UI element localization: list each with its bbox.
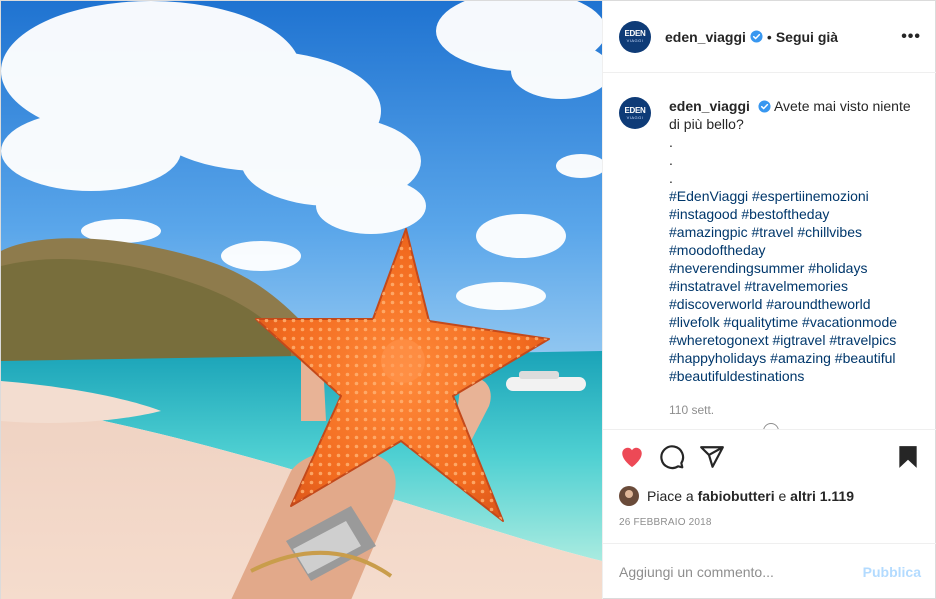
add-comment-bar: Pubblica [603,543,936,599]
likes-others[interactable]: altri 1.119 [790,488,854,504]
share-button[interactable] [699,444,725,470]
comment-icon [660,444,685,469]
hashtag-line[interactable]: #neverendingsummer #holidays [669,259,921,277]
share-icon [700,445,724,468]
hashtag-line[interactable]: #amazingpic #travel #chillvibes [669,223,921,241]
starfish-beach-image [1,1,602,599]
comment-input[interactable] [619,564,863,580]
liker-avatar[interactable] [619,486,639,506]
save-button[interactable] [895,444,921,470]
likes-summary: Piace a fabiobutteri e altri 1.119 [603,483,936,509]
caption-dot: . [669,170,673,186]
likes-prefix: Piace a [647,488,694,504]
likes-conjunction: e [778,488,787,504]
caption: EDEN VIAGGI eden_viaggi Avete mai visto … [619,97,921,419]
comment-button[interactable] [659,444,685,470]
caption-dot: . [669,134,673,150]
bookmark-icon [899,445,917,468]
avatar[interactable]: EDEN VIAGGI [619,20,651,53]
caption-dot: . [669,152,673,168]
caption-username[interactable]: eden_viaggi [669,98,750,114]
like-button[interactable] [619,444,645,470]
instagram-post: EDEN VIAGGI eden_viaggi • Segui già ••• … [0,0,936,599]
verified-icon [750,30,763,43]
post-photo[interactable] [1,1,602,599]
hashtag-line[interactable]: #moodoftheday [669,241,921,259]
post-date[interactable]: 26 FEBBRAIO 2018 [603,517,936,535]
hashtag-line[interactable]: #discoverworld #aroundtheworld [669,295,921,313]
caption-time[interactable]: 110 sett. [669,401,921,419]
avatar-logo: EDEN [624,29,646,38]
hashtag-line[interactable]: #instagood #bestoftheday [669,205,921,223]
hashtag-line[interactable]: #beautifuldestinations [669,367,921,385]
header-username[interactable]: eden_viaggi [665,29,746,45]
hashtag-line[interactable]: #wheretogonext #igtravel #travelpics [669,331,921,349]
liker-username[interactable]: fabiobutteri [698,488,775,504]
comments-section[interactable]: EDEN VIAGGI eden_viaggi Avete mai visto … [603,73,936,429]
hashtag-line[interactable]: #livefolk #qualitytime #vacationmode [669,313,921,331]
hashtag-line[interactable]: #EdenViaggi #espertiinemozioni [669,187,921,205]
separator-dot: • [766,28,772,45]
post-sidebar: EDEN VIAGGI eden_viaggi • Segui già ••• … [602,1,936,599]
publish-button[interactable]: Pubblica [863,564,921,580]
caption-dots: . . . [669,133,921,187]
load-more-icon[interactable] [763,423,779,429]
action-bar [603,429,936,483]
hashtag-line[interactable]: #instatravel #travelmemories [669,277,921,295]
hashtag-line[interactable]: #happyholidays #amazing #beautiful [669,349,921,367]
caption-avatar[interactable]: EDEN VIAGGI [619,97,651,129]
caption-avatar-logo: EDEN [624,105,646,115]
heart-icon [622,447,642,467]
caption-avatar-logo-sub: VIAGGI [626,114,644,120]
more-options-icon[interactable]: ••• [901,28,921,46]
caption-body: eden_viaggi Avete mai visto niente di pi… [669,97,921,419]
avatar-logo-sub: VIAGGI [626,38,644,43]
post-header: EDEN VIAGGI eden_viaggi • Segui già ••• [603,1,936,73]
following-button[interactable]: Segui già [776,29,838,45]
hashtags: #EdenViaggi #espertiinemozioni #instagoo… [669,187,921,385]
caption-verified-icon [758,100,771,113]
